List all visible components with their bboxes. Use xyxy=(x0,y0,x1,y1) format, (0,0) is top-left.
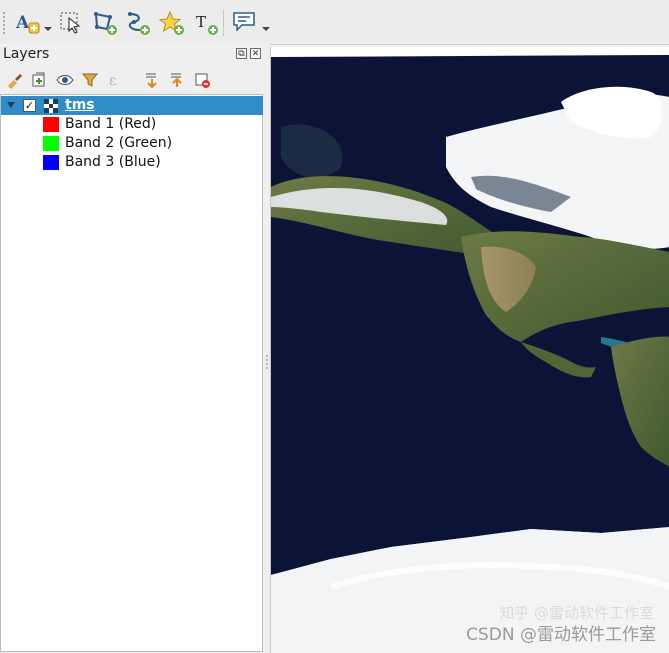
layers-panel: Layers ⧉ ✕ ε ✓ tms Band 1 (Red) Band 2 (… xyxy=(0,44,264,653)
svg-text:A: A xyxy=(15,13,30,33)
raster-layer-icon xyxy=(44,99,58,113)
main-toolbar: A T xyxy=(0,0,669,45)
layer-row-tms[interactable]: ✓ tms xyxy=(1,96,263,115)
add-text-icon[interactable]: T xyxy=(192,9,220,37)
collapse-all-icon[interactable] xyxy=(168,71,186,89)
label-tool-dropdown[interactable] xyxy=(44,18,52,31)
remove-layer-icon[interactable] xyxy=(193,71,211,89)
expand-all-icon[interactable] xyxy=(143,71,161,89)
band-color-swatch xyxy=(43,136,59,151)
band-color-swatch xyxy=(43,117,59,132)
float-panel-button[interactable]: ⧉ xyxy=(236,48,247,59)
label-tool-icon[interactable]: A xyxy=(14,9,42,37)
layer-visibility-checkbox[interactable]: ✓ xyxy=(23,99,36,112)
band-label: Band 1 (Red) xyxy=(65,116,157,132)
layer-tree: ✓ tms Band 1 (Red) Band 2 (Green) Band 3… xyxy=(0,94,263,652)
close-panel-button[interactable]: ✕ xyxy=(250,48,261,59)
svg-text:ε: ε xyxy=(109,73,116,89)
band-label: Band 2 (Green) xyxy=(65,135,173,151)
layer-name[interactable]: tms xyxy=(65,97,95,113)
filter-icon[interactable] xyxy=(81,71,99,89)
toolbar-separator xyxy=(223,10,224,36)
visibility-eye-icon[interactable] xyxy=(56,71,74,89)
annotation-icon[interactable] xyxy=(231,9,259,37)
band-item: Band 3 (Blue) xyxy=(1,153,263,172)
annotation-dropdown[interactable] xyxy=(262,18,270,31)
band-label: Band 3 (Blue) xyxy=(65,154,161,170)
svg-text:T: T xyxy=(196,13,206,31)
add-line-icon[interactable] xyxy=(124,9,152,37)
satellite-map xyxy=(271,47,669,653)
panel-title: Layers xyxy=(3,46,50,62)
toolbar-grip[interactable] xyxy=(3,12,8,34)
expression-filter-icon[interactable]: ε xyxy=(107,71,125,89)
band-item: Band 2 (Green) xyxy=(1,134,263,153)
add-group-icon[interactable] xyxy=(30,71,48,89)
band-item: Band 1 (Red) xyxy=(1,115,263,134)
watermark-csdn: CSDN @雷动软件工作室 xyxy=(466,625,656,645)
band-color-swatch xyxy=(43,155,59,170)
select-features-icon[interactable] xyxy=(58,9,86,37)
layers-toolbar: ε xyxy=(0,68,264,92)
add-star-icon[interactable] xyxy=(158,9,186,37)
style-brush-icon[interactable] xyxy=(5,71,23,89)
add-polygon-icon[interactable] xyxy=(91,9,119,37)
expand-arrow-icon[interactable] xyxy=(7,102,15,108)
map-canvas[interactable]: 知乎 @雷动软件工作室 CSDN @雷动软件工作室 xyxy=(270,47,669,653)
